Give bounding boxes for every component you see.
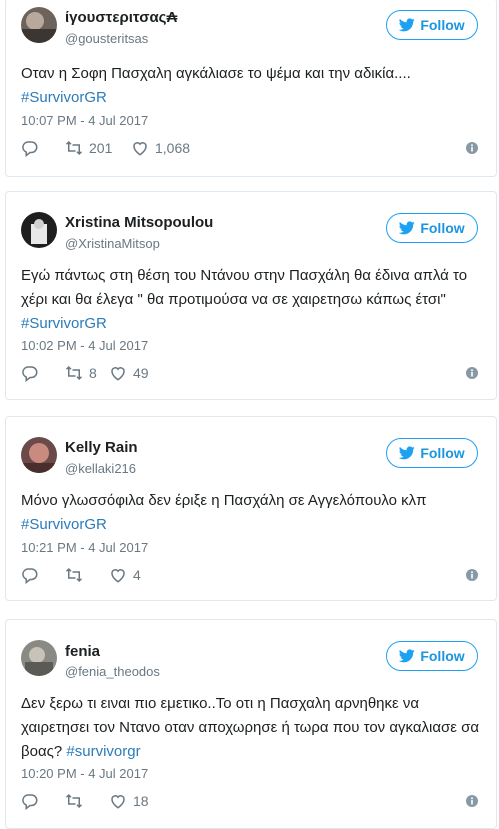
follow-label: Follow <box>420 17 465 33</box>
like-count: 49 <box>133 365 149 381</box>
hashtag-link[interactable]: #SurvivorGR <box>21 516 107 533</box>
bird-icon <box>399 649 416 663</box>
tweet-body: Εγώ πάντως στη θέση του Ντάνου στην Πασχ… <box>21 267 468 308</box>
reply-icon <box>22 366 38 382</box>
follow-label: Follow <box>420 220 465 236</box>
user-name[interactable]: fenia <box>65 643 100 660</box>
info-icon[interactable] <box>466 142 478 154</box>
tweet-text: Εγώ πάντως στη θέση του Ντάνου στην Πασχ… <box>21 264 484 336</box>
heart-icon <box>111 569 125 583</box>
follow-button[interactable]: Follow <box>386 213 478 243</box>
tweet-actions: 8 49 <box>21 364 478 384</box>
bird-icon <box>399 221 416 235</box>
retweet-button[interactable] <box>65 566 89 584</box>
hashtag-link[interactable]: #SurvivorGR <box>21 89 107 106</box>
reply-icon <box>22 568 38 584</box>
user-handle[interactable]: @XristinaMitsop <box>65 236 160 251</box>
retweet-count: 201 <box>89 140 113 156</box>
tweet-card: ίγουστεριτσας₳ @gousteritsas Follow Οταν… <box>5 0 497 177</box>
retweet-icon <box>65 793 83 809</box>
tweet-body: Οταν η Σοφη Πασχαλη αγκάλιασε το ψέμα κα… <box>21 65 411 82</box>
reply-button[interactable] <box>21 792 39 810</box>
info-icon[interactable] <box>466 795 478 807</box>
info-icon[interactable] <box>466 367 478 379</box>
tweet-actions: 4 <box>21 566 478 586</box>
tweet-actions: 201 1,068 <box>21 139 478 159</box>
tweet-card: Kelly Rain @kellaki216 Follow Μόνο γλωσσ… <box>5 416 497 601</box>
like-count: 4 <box>133 567 141 583</box>
hashtag-link[interactable]: #SurvivorGR <box>21 315 107 332</box>
like-count: 1,068 <box>155 140 191 156</box>
like-count: 18 <box>133 793 149 809</box>
retweet-count: 8 <box>89 365 97 381</box>
reply-icon <box>22 141 38 157</box>
user-name[interactable]: ίγουστεριτσας₳ <box>65 9 177 26</box>
follow-button[interactable]: Follow <box>386 641 478 671</box>
tweet-timestamp[interactable]: 10:21 PM - 4 Jul 2017 <box>21 540 148 555</box>
heart-icon <box>111 795 125 809</box>
heart-icon <box>111 367 125 381</box>
follow-button[interactable]: Follow <box>386 438 478 468</box>
tweet-text: Δεν ξερω τι ειναι πιο εμετικο..Το οτι η … <box>21 692 484 764</box>
bird-icon <box>399 18 416 32</box>
reply-button[interactable] <box>21 139 39 157</box>
retweet-button[interactable] <box>65 792 89 810</box>
like-button[interactable]: 4 <box>109 566 141 584</box>
tweet-card: fenia @fenia_theodos Follow Δεν ξερω τι … <box>5 619 497 829</box>
bird-icon <box>399 446 416 460</box>
follow-label: Follow <box>420 445 465 461</box>
like-button[interactable]: 18 <box>109 792 149 810</box>
avatar[interactable] <box>21 7 57 43</box>
tweet-text: Οταν η Σοφη Πασχαλη αγκάλιασε το ψέμα κα… <box>21 62 484 110</box>
reply-button[interactable] <box>21 566 39 584</box>
like-button[interactable]: 1,068 <box>131 139 190 157</box>
user-name[interactable]: Xristina Mitsopoulou <box>65 214 213 231</box>
tweet-body: Μόνο γλωσσόφιλα δεν έριξε η Πασχάλη σε Α… <box>21 492 427 509</box>
tweet-text: Μόνο γλωσσόφιλα δεν έριξε η Πασχάλη σε Α… <box>21 489 484 537</box>
follow-button[interactable]: Follow <box>386 10 478 40</box>
avatar[interactable] <box>21 437 57 473</box>
tweet-timestamp[interactable]: 10:07 PM - 4 Jul 2017 <box>21 113 148 128</box>
follow-label: Follow <box>420 648 465 664</box>
avatar[interactable] <box>21 640 57 676</box>
tweet-card: Xristina Mitsopoulou @XristinaMitsop Fol… <box>5 191 497 400</box>
retweet-button[interactable]: 8 <box>65 364 97 382</box>
tweet-actions: 18 <box>21 792 478 812</box>
like-button[interactable]: 49 <box>109 364 149 382</box>
reply-button[interactable] <box>21 364 39 382</box>
retweet-icon <box>65 140 83 156</box>
user-handle[interactable]: @kellaki216 <box>65 461 136 476</box>
user-handle[interactable]: @fenia_theodos <box>65 664 160 679</box>
user-handle[interactable]: @gousteritsas <box>65 31 148 46</box>
heart-icon <box>133 142 147 156</box>
retweet-button[interactable]: 201 <box>65 139 112 157</box>
hashtag-link[interactable]: #survivorgr <box>66 743 140 760</box>
retweet-icon <box>65 365 83 381</box>
avatar[interactable] <box>21 212 57 248</box>
user-name[interactable]: Kelly Rain <box>65 439 138 456</box>
retweet-icon <box>65 567 83 583</box>
tweet-timestamp[interactable]: 10:02 PM - 4 Jul 2017 <box>21 338 148 353</box>
reply-icon <box>22 794 38 810</box>
tweet-timestamp[interactable]: 10:20 PM - 4 Jul 2017 <box>21 766 148 781</box>
info-icon[interactable] <box>466 569 478 581</box>
